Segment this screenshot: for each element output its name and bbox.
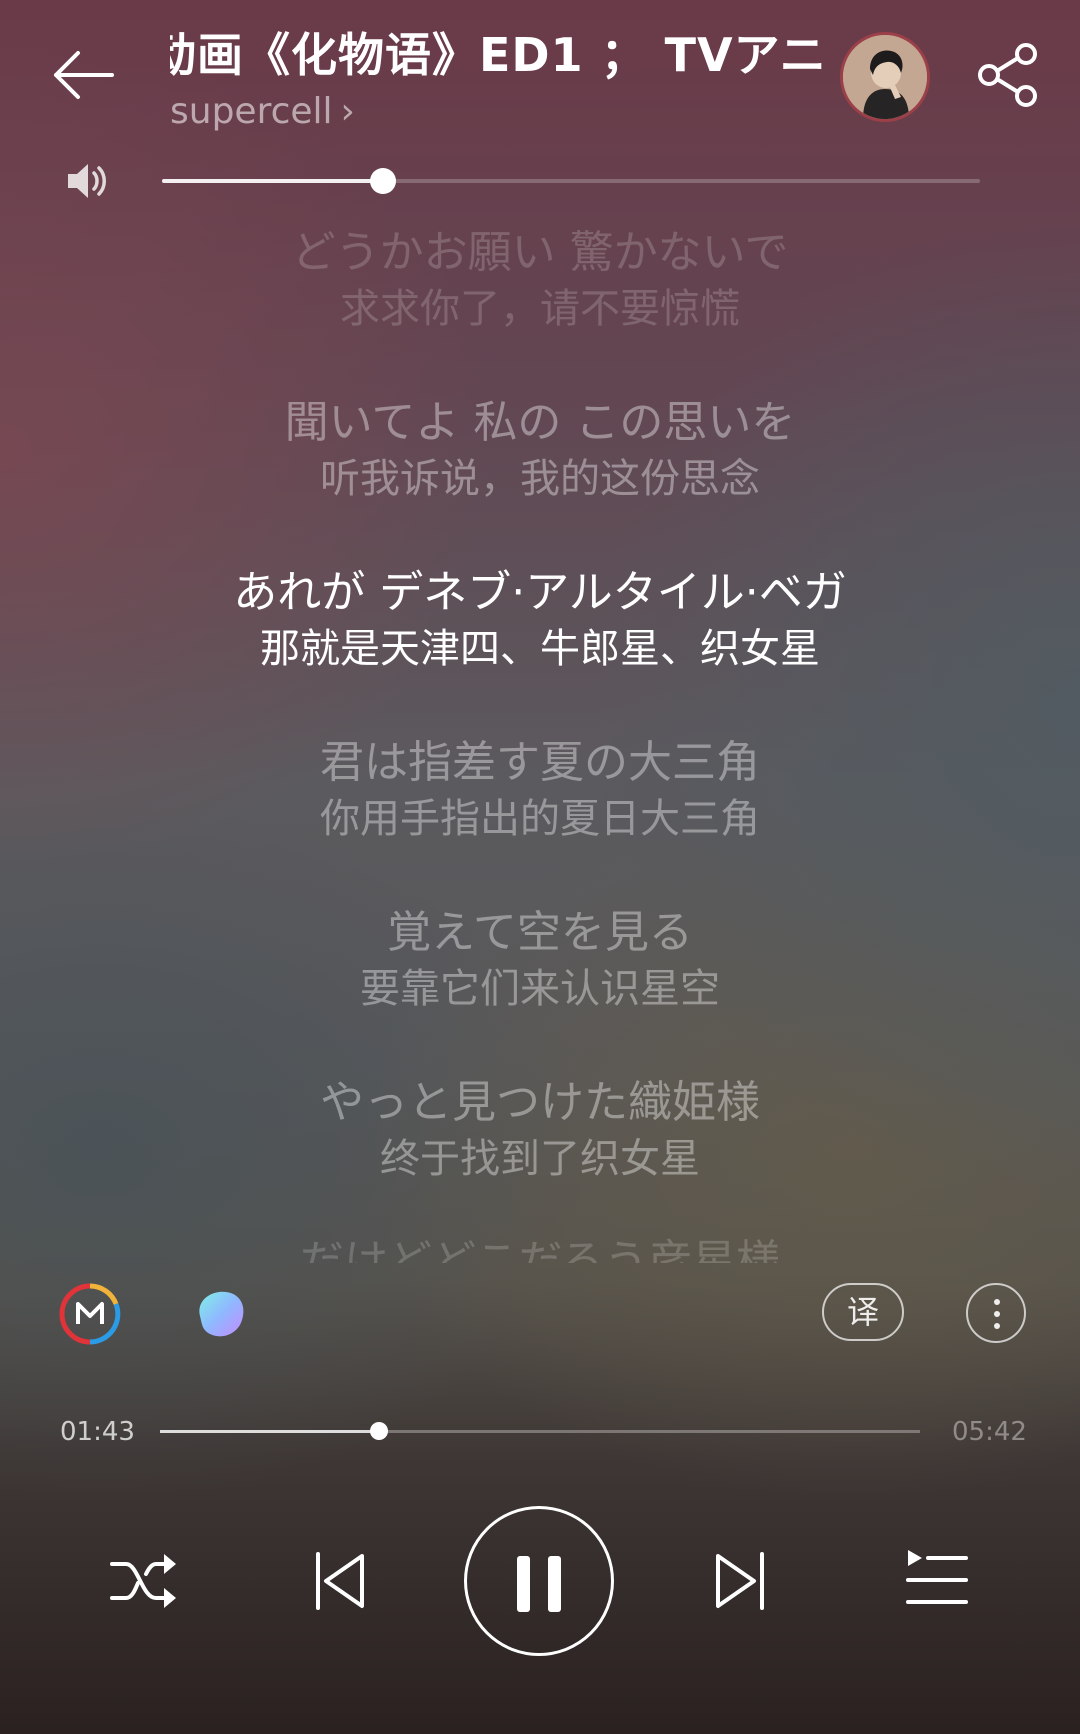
lyric-original: 聞いてよ 私の この思いを xyxy=(284,397,796,448)
lyric-original: 覚えて空を見る xyxy=(387,907,693,958)
volume-slider-thumb[interactable] xyxy=(369,168,396,194)
lyric-translation: 那就是天津四、牛郎星、织女星 xyxy=(260,626,820,672)
pause-button[interactable] xyxy=(464,1506,614,1656)
progress-thumb[interactable] xyxy=(370,1422,389,1440)
shuffle-icon[interactable] xyxy=(108,1548,180,1614)
lyric-line-current[interactable]: あれが デネブ·アルタイル·ベガ 那就是天津四、牛郎星、织女星 xyxy=(0,564,1080,676)
chevron-right-icon: › xyxy=(340,91,355,132)
song-title: 动画《化物语》ED1 ； TVアニ xyxy=(170,28,827,82)
translate-button[interactable]: 译 xyxy=(822,1283,904,1341)
lyric-line[interactable]: やっと見つけた織姫様 终于找到了织女星 xyxy=(0,1074,1080,1186)
next-track-icon[interactable] xyxy=(712,1548,768,1614)
lyric-original: だけどどこだろう彦星様 xyxy=(299,1236,781,1263)
more-vertical-icon xyxy=(994,1299,1000,1305)
artist-link[interactable]: supercell › xyxy=(170,88,355,136)
lyric-original: 君は指差す夏の大三角 xyxy=(320,737,760,788)
more-options-button[interactable] xyxy=(966,1283,1026,1343)
lyric-translation: 听我诉说，我的这份思念 xyxy=(320,456,760,502)
artist-avatar[interactable] xyxy=(840,32,930,122)
more-vertical-icon xyxy=(994,1311,1000,1317)
song-title-marquee: 动画《化物语》ED1 ； TVアニ xyxy=(170,24,830,86)
volume-slider[interactable] xyxy=(162,168,980,194)
lyric-original: どうかお願い 驚かないで xyxy=(291,227,789,278)
lyric-original: あれが デネブ·アルタイル·ベガ xyxy=(233,567,847,618)
lyric-original: やっと見つけた織姫様 xyxy=(320,1077,760,1128)
more-vertical-icon xyxy=(994,1323,1000,1329)
sound-effects-blob-icon[interactable] xyxy=(192,1286,248,1342)
playback-progress-bar[interactable] xyxy=(160,1422,920,1440)
share-icon[interactable] xyxy=(976,42,1040,108)
lyrics-panel[interactable]: どうかお願い 驚かないで 求求你了，请不要惊慌 聞いてよ 私の この思いを 听我… xyxy=(0,218,1080,1263)
pause-icon xyxy=(517,1556,530,1612)
lyric-translation: 求求你了，请不要惊慌 xyxy=(340,286,740,332)
lyric-translation: 你用手指出的夏日大三角 xyxy=(320,796,760,842)
current-time: 01:43 xyxy=(60,1417,135,1447)
volume-fill xyxy=(162,179,383,183)
progress-fill xyxy=(160,1430,380,1433)
volume-icon[interactable] xyxy=(66,160,112,202)
artist-name: supercell xyxy=(170,91,333,132)
lyric-line[interactable]: だけどどこだろう彦星様 xyxy=(0,1233,1080,1263)
lyric-line[interactable]: どうかお願い 驚かないで 求求你了，请不要惊慌 xyxy=(0,224,1080,336)
playlist-icon[interactable] xyxy=(904,1548,970,1608)
music-video-icon[interactable] xyxy=(58,1282,122,1346)
lyric-translation: 终于找到了织女星 xyxy=(380,1136,700,1182)
lyric-translation: 要靠它们来认识星空 xyxy=(360,966,720,1012)
lyric-line[interactable]: 覚えて空を見る 要靠它们来认识星空 xyxy=(0,904,1080,1016)
lyric-line[interactable]: 君は指差す夏の大三角 你用手指出的夏日大三角 xyxy=(0,734,1080,846)
pause-icon xyxy=(548,1556,561,1612)
avatar-portrait-icon xyxy=(843,35,927,119)
total-duration: 05:42 xyxy=(952,1417,1027,1447)
back-arrow-icon[interactable] xyxy=(48,40,118,110)
lyric-line[interactable]: 聞いてよ 私の この思いを 听我诉说，我的这份思念 xyxy=(0,394,1080,506)
previous-track-icon[interactable] xyxy=(312,1548,368,1614)
